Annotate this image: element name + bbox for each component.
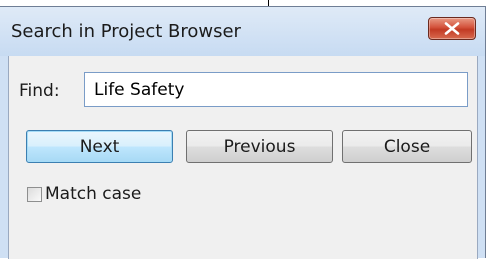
match-case-option[interactable]: Match case — [27, 184, 141, 204]
next-button[interactable]: Next — [26, 130, 173, 163]
match-case-label: Match case — [45, 184, 142, 204]
close-icon — [444, 22, 460, 35]
window-title: Search in Project Browser — [11, 21, 241, 42]
search-dialog: Search in Project Browser Find: Next Pre… — [0, 6, 486, 259]
dialog-body: Find: Next Previous Close Match case — [8, 56, 478, 259]
title-bar[interactable]: Search in Project Browser — [0, 7, 485, 56]
window-close-button[interactable] — [428, 17, 476, 40]
find-label: Find: — [19, 81, 60, 101]
match-case-checkbox[interactable] — [27, 186, 42, 202]
close-button[interactable]: Close — [342, 130, 472, 163]
find-input[interactable] — [84, 72, 468, 107]
previous-button[interactable]: Previous — [186, 130, 333, 163]
